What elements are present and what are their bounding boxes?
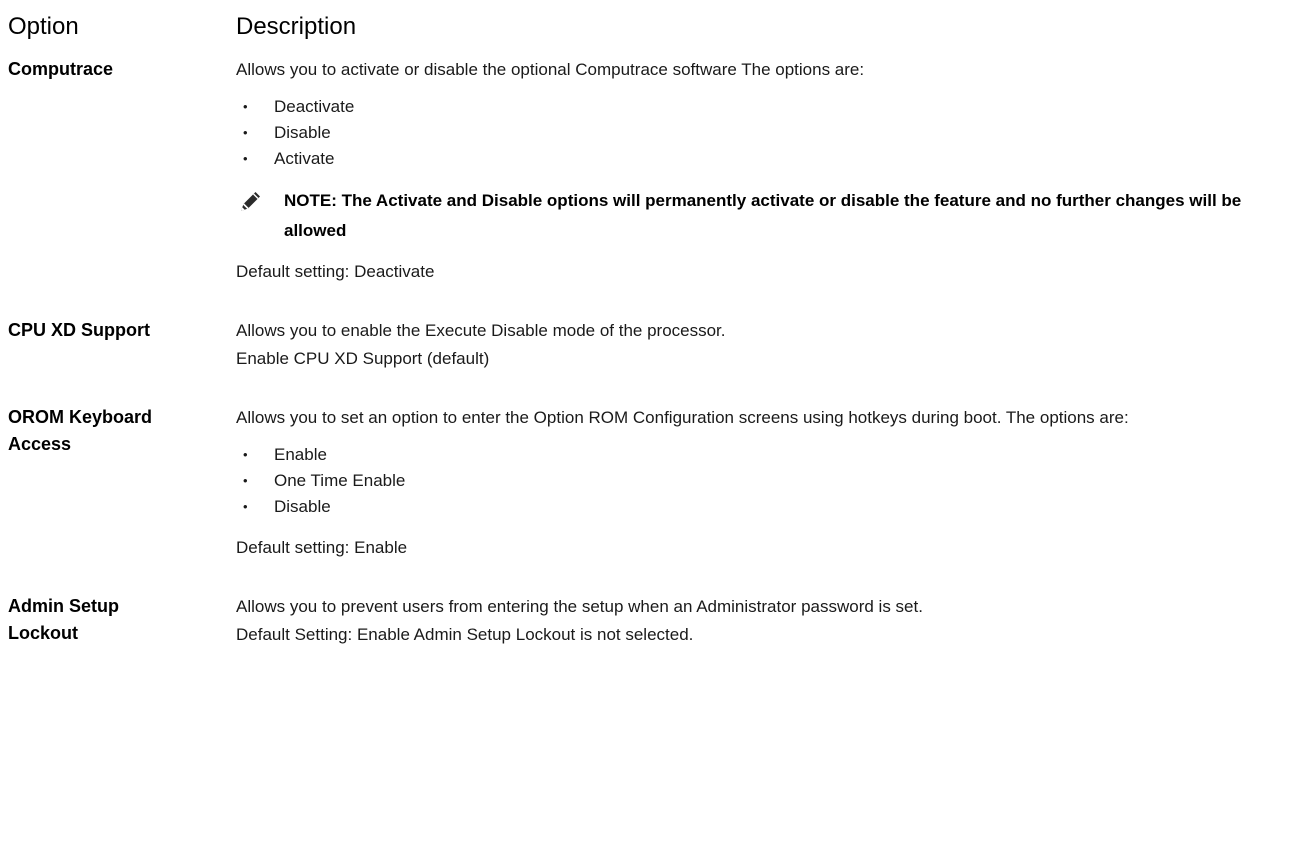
table-row: OROM Keyboard Access Allows you to set a… xyxy=(8,402,1308,561)
option-name: Computrace xyxy=(8,59,114,79)
default-setting: Default Setting: Enable Admin Setup Lock… xyxy=(236,625,694,644)
note-box: NOTE: The Activate and Disable options w… xyxy=(236,186,1308,246)
bullet-icon: • xyxy=(243,99,248,114)
description-intro: Allows you to enable the Execute Disable… xyxy=(236,321,726,340)
bios-options-table: Option Description Computrace Allows you… xyxy=(8,12,1308,678)
bullet-icon: • xyxy=(243,499,248,514)
list-item: • Disable xyxy=(236,494,1308,520)
bullet-icon: • xyxy=(243,125,248,140)
list-item: • Enable xyxy=(236,442,1308,468)
description-column-header: Description xyxy=(236,13,357,40)
options-list: • Deactivate • Disable • Activate xyxy=(236,94,1308,172)
table-row: Computrace Allows you to activate or dis… xyxy=(8,54,1308,285)
option-name: OROM Keyboard Access xyxy=(8,407,153,454)
table-row: Admin Setup Lockout Allows you to preven… xyxy=(8,591,1308,648)
bullet-icon: • xyxy=(243,447,248,462)
description-intro: Allows you to prevent users from enterin… xyxy=(236,597,923,616)
option-description: Allows you to enable the Execute Disable… xyxy=(236,315,1308,372)
default-setting: Enable CPU XD Support (default) xyxy=(236,349,490,368)
bullet-icon: • xyxy=(243,151,248,166)
description-intro: Allows you to set an option to enter the… xyxy=(236,408,1129,427)
option-description: Allows you to activate or disable the op… xyxy=(236,54,1308,285)
option-name: Admin Setup Lockout xyxy=(8,596,119,643)
table-header: Option Description xyxy=(8,12,1308,42)
option-name: CPU XD Support xyxy=(8,320,150,340)
option-description: Allows you to set an option to enter the… xyxy=(236,402,1308,561)
option-description: Allows you to prevent users from enterin… xyxy=(236,591,1308,648)
pencil-icon xyxy=(236,188,264,216)
list-item: • Deactivate xyxy=(236,94,1308,120)
options-list: • Enable • One Time Enable • Disable xyxy=(236,442,1308,520)
default-setting: Default setting: Deactivate xyxy=(236,262,435,281)
list-item: • Disable xyxy=(236,120,1308,146)
list-item: • Activate xyxy=(236,146,1308,172)
note-text: NOTE: The Activate and Disable options w… xyxy=(284,191,1242,240)
list-item: • One Time Enable xyxy=(236,468,1308,494)
description-intro: Allows you to activate or disable the op… xyxy=(236,60,865,79)
default-setting: Default setting: Enable xyxy=(236,538,408,557)
table-row: CPU XD Support Allows you to enable the … xyxy=(8,315,1308,372)
option-column-header: Option xyxy=(8,13,79,40)
bullet-icon: • xyxy=(243,473,248,488)
